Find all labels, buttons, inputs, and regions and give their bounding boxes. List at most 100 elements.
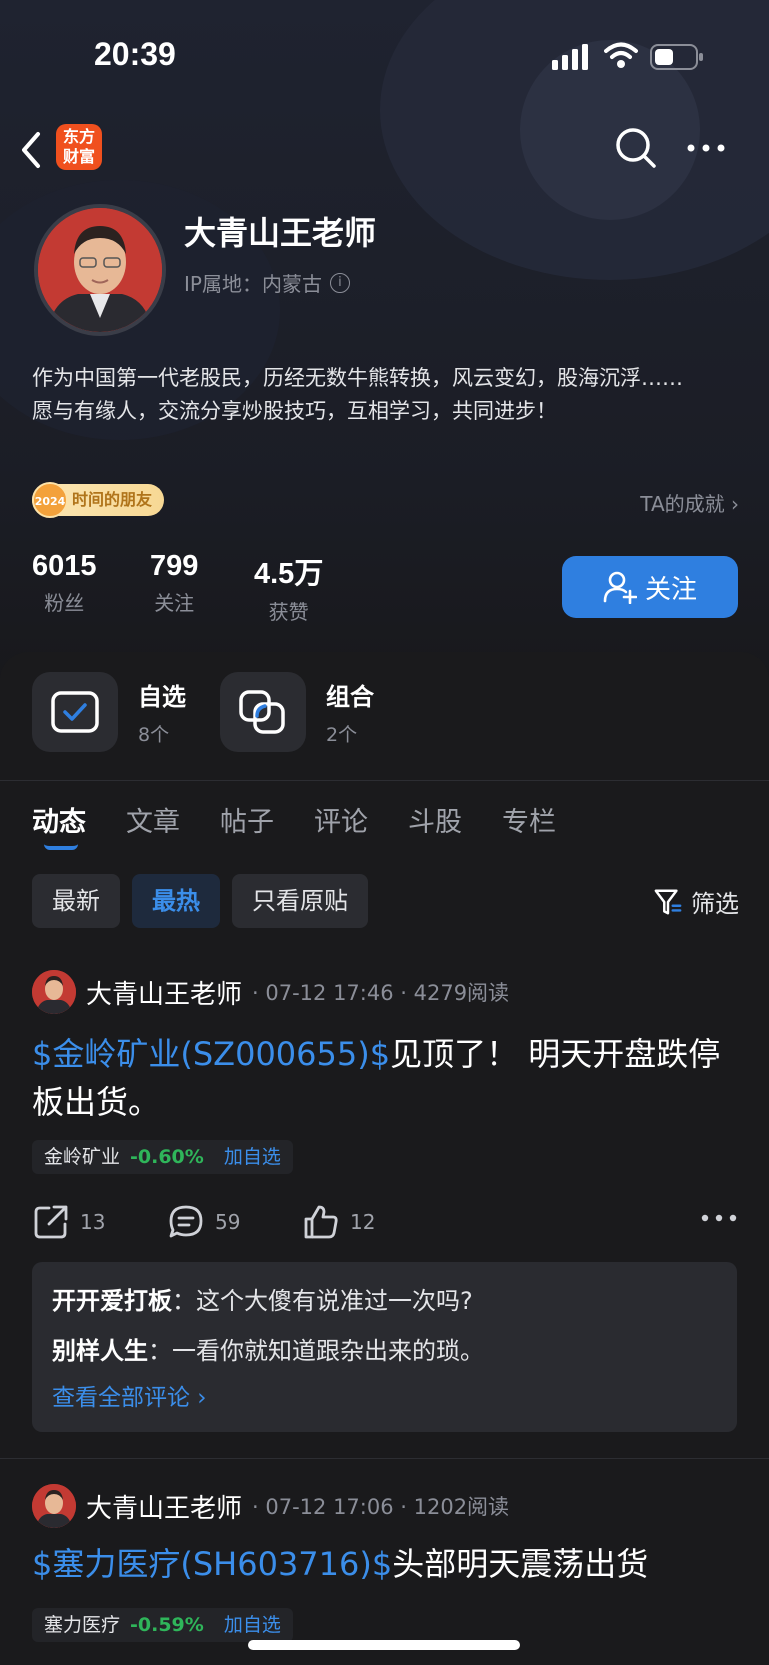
tab-label: 专栏 — [502, 807, 556, 838]
quick-title: 组合 — [326, 683, 374, 711]
post-header: 大青山王老师 · 07-12 17:06 · 1202阅读 — [32, 1484, 509, 1528]
filter-original-only[interactable]: 只看原贴 — [232, 874, 368, 928]
follow-label: 关注 — [644, 574, 697, 605]
comment-user[interactable]: 开开爱打板 — [52, 1287, 172, 1315]
post-text: 头部明天震荡出货 — [392, 1545, 649, 1583]
share-button[interactable]: 13 — [32, 1203, 167, 1241]
like-count: 12 — [350, 1210, 376, 1234]
stat-label: 关注 — [154, 591, 195, 615]
comment-count: 59 — [215, 1210, 241, 1234]
search-icon[interactable] — [614, 126, 658, 170]
top-nav-bar: 东方 财富 — [0, 118, 769, 178]
person-avatar-icon — [38, 208, 162, 332]
comment-colon: ： — [148, 1337, 172, 1365]
quick-sub: 2个 — [326, 724, 358, 746]
add-user-icon — [603, 571, 637, 604]
author-avatar[interactable] — [32, 1484, 76, 1528]
comment-colon: ： — [172, 1287, 196, 1315]
bio-line: 愿与有缘人，交流分享炒股技巧，互相学习，共同进步！ — [32, 399, 557, 423]
cellular-signal-icon — [552, 44, 588, 70]
person-avatar-icon — [32, 1484, 76, 1528]
post-meta: · 07-12 17:46 · 4279阅读 — [252, 981, 510, 1005]
follow-button[interactable]: 关注 — [562, 556, 738, 618]
stock-link[interactable]: $塞力医疗(SH603716)$ — [32, 1545, 392, 1583]
stock-tag-change: -0.59% — [130, 1614, 204, 1636]
stat-label: 获赞 — [268, 600, 309, 624]
comment-preview[interactable]: 开开爱打板：这个大傻有说准过一次吗? 别样人生：一看你就知道跟杂出来的琐。 查看… — [32, 1262, 737, 1432]
stock-tag-name: 塞力医疗 — [44, 1614, 121, 1636]
stat-following[interactable]: 799 关注 — [150, 550, 198, 616]
post-meta: · 07-12 17:06 · 1202阅读 — [252, 1495, 510, 1519]
stock-tag[interactable]: 金岭矿业 -0.60% 加自选 — [32, 1140, 293, 1174]
add-to-watchlist-link[interactable]: 加自选 — [224, 1608, 281, 1642]
logo-text-line2: 财富 — [62, 147, 95, 166]
tab-activity[interactable]: 动态 — [32, 800, 86, 850]
tab-articles[interactable]: 文章 — [126, 800, 180, 839]
share-count: 13 — [80, 1210, 106, 1234]
comment-button[interactable]: 59 — [167, 1203, 302, 1241]
tab-label: 斗股 — [408, 807, 462, 838]
profile-avatar[interactable] — [34, 204, 166, 336]
quick-icon-box — [220, 672, 306, 752]
post-more-icon[interactable] — [701, 1212, 737, 1224]
stock-tag-name: 金岭矿业 — [44, 1146, 121, 1168]
comment-text: 这个大傻有说准过一次吗? — [196, 1287, 473, 1315]
quick-sub: 8个 — [138, 724, 170, 746]
view-all-comments-link[interactable]: 查看全部评论 › — [52, 1376, 717, 1420]
back-arrow-icon[interactable] — [18, 130, 44, 170]
divider — [0, 780, 769, 781]
comment-bubble-icon — [169, 1205, 203, 1238]
battery-icon — [650, 44, 703, 70]
achievements-link[interactable]: TA的成就 › — [640, 488, 739, 517]
stat-value: 799 — [150, 550, 199, 582]
like-button[interactable]: 12 — [302, 1203, 437, 1241]
tab-columns[interactable]: 专栏 — [502, 800, 556, 839]
post-content[interactable]: $金岭矿业(SZ000655)$见顶了！ 明天开盘跌停板出货。 — [32, 1030, 737, 1126]
post-author[interactable]: 大青山王老师 — [86, 1488, 242, 1525]
share-icon — [34, 1205, 68, 1239]
filter-button[interactable]: 筛选 — [653, 884, 739, 919]
stat-likes[interactable]: 4.5万 获赞 — [254, 550, 323, 625]
author-avatar[interactable] — [32, 970, 76, 1014]
stat-value: 6015 — [32, 550, 97, 582]
add-to-watchlist-link[interactable]: 加自选 — [224, 1140, 281, 1174]
info-icon[interactable]: i — [329, 272, 350, 293]
tab-stock-battle[interactable]: 斗股 — [408, 800, 462, 839]
tab-label: 帖子 — [220, 807, 274, 838]
portfolio-icon — [239, 690, 285, 734]
comment-item: 别样人生：一看你就知道跟杂出来的琐。 — [52, 1326, 717, 1376]
watchlist-check-icon — [51, 691, 99, 733]
post-author[interactable]: 大青山王老师 — [86, 974, 242, 1011]
quick-title: 自选 — [138, 683, 186, 711]
more-options-icon[interactable] — [686, 142, 726, 154]
badge-label: 时间的朋友 — [72, 490, 153, 509]
filter-hottest[interactable]: 最热 — [132, 874, 220, 928]
status-bar: 20:39 — [0, 0, 769, 110]
stock-link[interactable]: $金岭矿业(SZ000655)$ — [32, 1035, 390, 1073]
tab-posts[interactable]: 帖子 — [220, 800, 274, 839]
profile-bio: 作为中国第一代老股民，历经无数牛熊转换，风云变幻，股海沉浮…… 愿与有缘人，交流… — [32, 362, 742, 428]
comment-user[interactable]: 别样人生 — [52, 1337, 148, 1365]
tab-label: 评论 — [314, 807, 368, 838]
portfolio-shortcut[interactable]: 组合 2个 — [220, 672, 374, 752]
tab-label: 动态 — [32, 807, 86, 838]
post-header: 大青山王老师 · 07-12 17:46 · 4279阅读 — [32, 970, 509, 1014]
time-friend-badge[interactable]: 2024 时间的朋友 — [32, 482, 165, 518]
stat-value: 4.5万 — [254, 558, 324, 590]
status-time: 20:39 — [94, 36, 176, 72]
badge-year-icon: 2024 — [32, 482, 68, 518]
comment-item: 开开爱打板：这个大傻有说准过一次吗? — [52, 1276, 717, 1326]
stock-tag-change: -0.60% — [130, 1146, 204, 1168]
watchlist-shortcut[interactable]: 自选 8个 — [32, 672, 186, 752]
ip-location: IP属地：内蒙古 — [184, 272, 322, 296]
stock-tag[interactable]: 塞力医疗 -0.59% 加自选 — [32, 1608, 293, 1642]
post-content[interactable]: $塞力医疗(SH603716)$头部明天震荡出货 — [32, 1540, 737, 1588]
post-actions: 13 59 12 — [32, 1202, 737, 1242]
eastmoney-logo[interactable]: 东方 财富 — [56, 124, 102, 170]
filter-latest[interactable]: 最新 — [32, 874, 120, 928]
tab-comments[interactable]: 评论 — [314, 800, 368, 839]
stat-followers[interactable]: 6015 粉丝 — [32, 550, 97, 616]
quick-icon-box — [32, 672, 118, 752]
filter-label: 筛选 — [691, 890, 739, 918]
person-avatar-icon — [32, 970, 76, 1014]
